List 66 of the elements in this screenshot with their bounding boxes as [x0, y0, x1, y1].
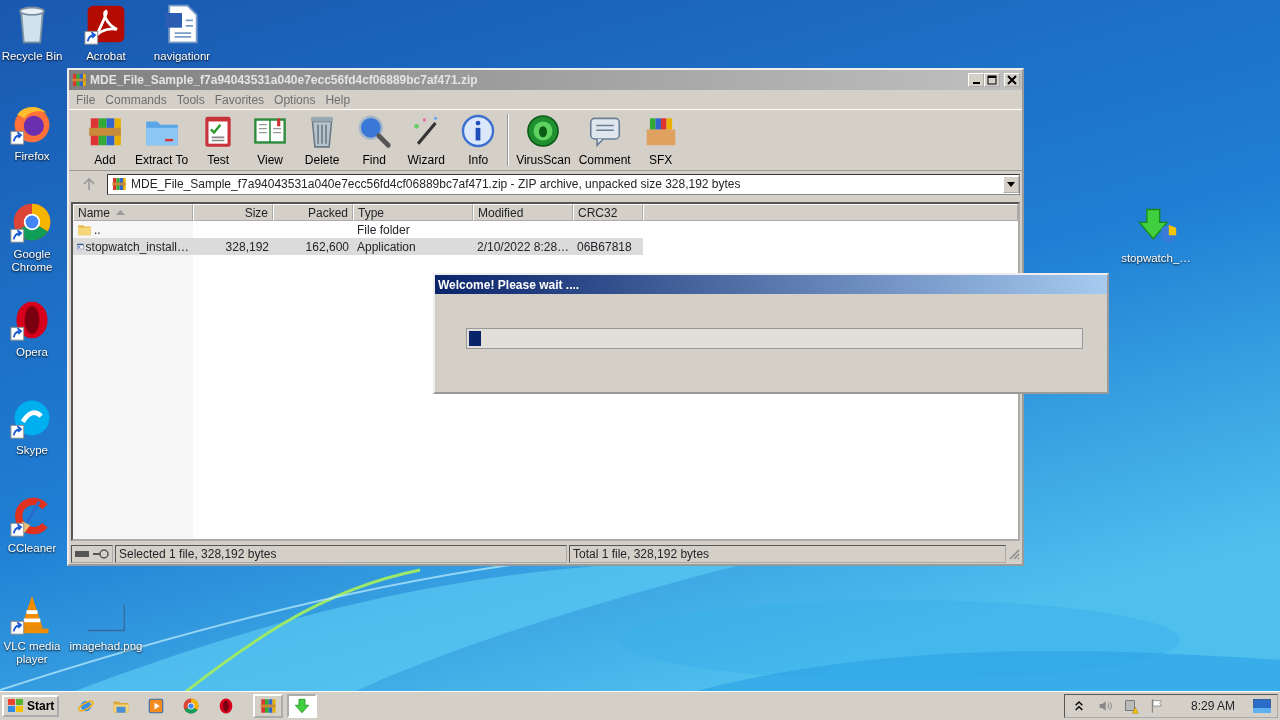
toolbar-button[interactable]: Info [452, 111, 505, 169]
table-cell-text: 2/10/2022 8:28… [477, 238, 570, 256]
desktop-shortcut[interactable]: Opera [0, 298, 64, 359]
toolbar-button[interactable]: SFX [634, 111, 687, 169]
maximize-icon [987, 75, 997, 85]
dropdown-button[interactable] [1003, 175, 1019, 193]
table-cell-text: File folder [357, 221, 410, 239]
start-button[interactable]: Start [2, 695, 60, 717]
show-desktop-icon[interactable] [1253, 699, 1271, 713]
file-row[interactable]: stopwatch_install… 328,192 162,600 Application 2/10/2022 8:28… 06B67818 [73, 238, 643, 255]
toolbar-button[interactable]: Wizard [400, 111, 453, 169]
column-header[interactable]: Modified [473, 204, 573, 221]
drive-icon [75, 550, 89, 558]
toolbar-button[interactable]: Add [79, 111, 131, 169]
desktop-shortcut[interactable]: Skype [0, 396, 64, 457]
resize-grip-icon[interactable] [1008, 548, 1020, 560]
window-title: MDE_File_Sample_f7a94043531a040e7ecc56fd4cf06889bc7af471.zip [90, 72, 478, 89]
windows-flag-icon [7, 698, 25, 714]
table-cell-text: stopwatch_install… [85, 238, 189, 256]
column-header[interactable]: CRC32 [573, 204, 643, 221]
minimize-icon [972, 82, 980, 84]
key-icon [93, 549, 109, 559]
toolbar-button[interactable]: Delete [296, 111, 349, 169]
toolbar-button[interactable]: VirusScan [512, 111, 575, 169]
caret-icon [1007, 181, 1015, 187]
maximize-button[interactable] [984, 73, 1000, 87]
file-row[interactable]: .. File folder [73, 221, 643, 238]
up-arrow-icon [82, 177, 96, 191]
download-arrow-icon [293, 697, 312, 715]
desktop-shortcut[interactable]: Firefox [0, 102, 64, 163]
table-cell-text: 06B67818 [577, 238, 632, 256]
table-cell-text: Application [357, 238, 416, 256]
path-field[interactable]: MDE_File_Sample_f7a94043531a040e7ecc56fd4cf06889bc7af471.zip - ZIP archive, unpacked size 328,192 bytes [107, 173, 1020, 195]
toolbar-button[interactable]: Test [192, 111, 245, 169]
taskbar-button[interactable] [253, 694, 284, 718]
column-header[interactable]: Name [73, 204, 193, 221]
table-cell-text: 328,192 [225, 238, 269, 256]
books-icon [111, 176, 127, 192]
folder-icon [77, 222, 92, 237]
play-icon[interactable] [147, 697, 166, 715]
table-cell-text: .. [94, 221, 101, 239]
status-text: Total 1 file, 328,192 bytes [573, 546, 710, 563]
desktop-shortcut[interactable]: Google Chrome [0, 200, 64, 274]
column-header[interactable]: Type [353, 204, 473, 221]
toolbar-button[interactable]: Find [348, 111, 401, 169]
clock: 8:29 AM [1190, 698, 1235, 715]
column-header[interactable]: Size [193, 204, 273, 221]
toolbar-button[interactable]: View [244, 111, 297, 169]
desktop-shortcut[interactable]: Recycle Bin [0, 2, 64, 63]
column-header[interactable]: Packed [273, 204, 353, 221]
minimize-button[interactable] [968, 73, 984, 87]
dialog-title: Welcome! Please wait .... [438, 276, 580, 294]
status-text: Selected 1 file, 328,192 bytes [119, 546, 277, 563]
desktop-shortcut[interactable]: CCleaner [0, 494, 64, 555]
toolbar-button[interactable]: Comment [574, 111, 635, 169]
toolbar-button[interactable]: Extract To [131, 111, 193, 169]
desktop-shortcut[interactable]: navigationr [150, 2, 214, 63]
books-icon [259, 697, 278, 715]
desktop-shortcut[interactable]: Acrobat [74, 2, 138, 63]
close-button[interactable] [1004, 73, 1020, 87]
books-icon [71, 72, 87, 88]
close-icon [1007, 75, 1017, 85]
browser-icon[interactable] [182, 697, 201, 715]
network-icon[interactable] [1122, 698, 1139, 714]
taskbar-button[interactable] [287, 694, 318, 718]
table-cell-text: 162,600 [305, 238, 349, 256]
